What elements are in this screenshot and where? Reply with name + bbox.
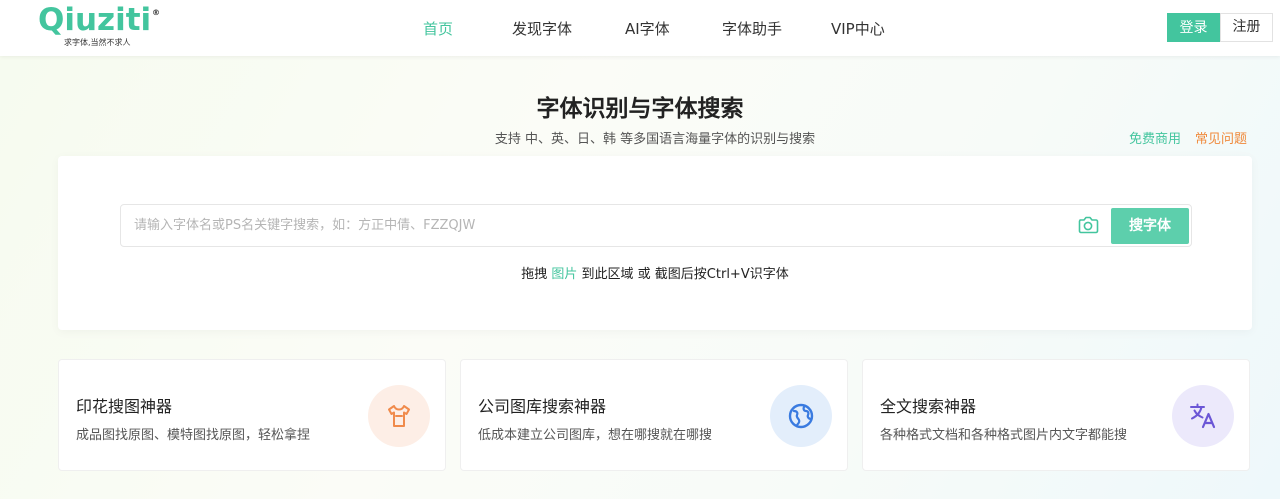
- feature-card-company-gallery[interactable]: 公司图库搜索神器 低成本建立公司图库，想在哪搜就在哪搜: [460, 359, 848, 471]
- register-button[interactable]: 注册: [1220, 13, 1273, 42]
- drop-hint-suffix: 到此区域 或 截图后按Ctrl+V识字体: [577, 267, 789, 282]
- page-title: 字体识别与字体搜索: [536, 96, 744, 122]
- site-logo[interactable]: Qiuziti ® 求字体,当然不求人: [38, 2, 162, 50]
- faq-link[interactable]: 常见问题: [1195, 128, 1247, 147]
- nav-home[interactable]: 首页: [423, 18, 453, 39]
- registered-mark: ®: [152, 8, 160, 17]
- search-font-button[interactable]: 搜字体: [1111, 208, 1189, 244]
- feature-description: 各种格式文档和各种格式图片内文字都能搜: [880, 428, 1128, 443]
- feature-description: 低成本建立公司图库，想在哪搜就在哪搜: [478, 428, 713, 443]
- nav-vip-center[interactable]: VIP中心: [831, 18, 885, 39]
- feature-title: 公司图库搜索神器: [478, 397, 607, 416]
- feature-card-print-search[interactable]: 印花搜图神器 成品图找原图、模特图找原图，轻松拿捏: [58, 359, 446, 471]
- drop-hint-prefix: 拖拽: [521, 267, 552, 282]
- font-search-input[interactable]: [121, 205, 1061, 246]
- nav-ai-fonts[interactable]: AI字体: [625, 18, 670, 39]
- search-box: 搜字体: [120, 204, 1192, 247]
- feature-title: 印花搜图神器: [76, 397, 173, 416]
- translate-icon: [1172, 385, 1234, 447]
- logo-tagline: 求字体,当然不求人: [64, 38, 131, 47]
- search-panel: 搜字体 拖拽 图片 到此区域 或 截图后按Ctrl+V识字体: [58, 156, 1252, 330]
- top-header: Qiuziti ® 求字体,当然不求人 首页 发现字体 AI字体 字体助手 VI…: [0, 0, 1280, 56]
- free-commercial-link[interactable]: 免费商用: [1129, 128, 1181, 147]
- globe-icon: [770, 385, 832, 447]
- drop-zone-hint: 拖拽 图片 到此区域 或 截图后按Ctrl+V识字体: [58, 263, 1252, 282]
- tshirt-icon: [368, 385, 430, 447]
- feature-title: 全文搜索神器: [880, 397, 977, 416]
- camera-icon[interactable]: [1077, 215, 1099, 235]
- feature-description: 成品图找原图、模特图找原图，轻松拿捏: [76, 428, 311, 443]
- nav-font-assistant[interactable]: 字体助手: [722, 18, 782, 39]
- feature-card-fulltext-search[interactable]: 全文搜索神器 各种格式文档和各种格式图片内文字都能搜: [862, 359, 1250, 471]
- drop-hint-image-link[interactable]: 图片: [551, 267, 577, 282]
- nav-discover-fonts[interactable]: 发现字体: [512, 18, 572, 39]
- logo-text: Qiuziti: [38, 2, 152, 38]
- page-subtitle: 支持 中、英、日、韩 等多国语言海量字体的识别与搜索: [494, 132, 816, 147]
- login-button[interactable]: 登录: [1167, 13, 1220, 42]
